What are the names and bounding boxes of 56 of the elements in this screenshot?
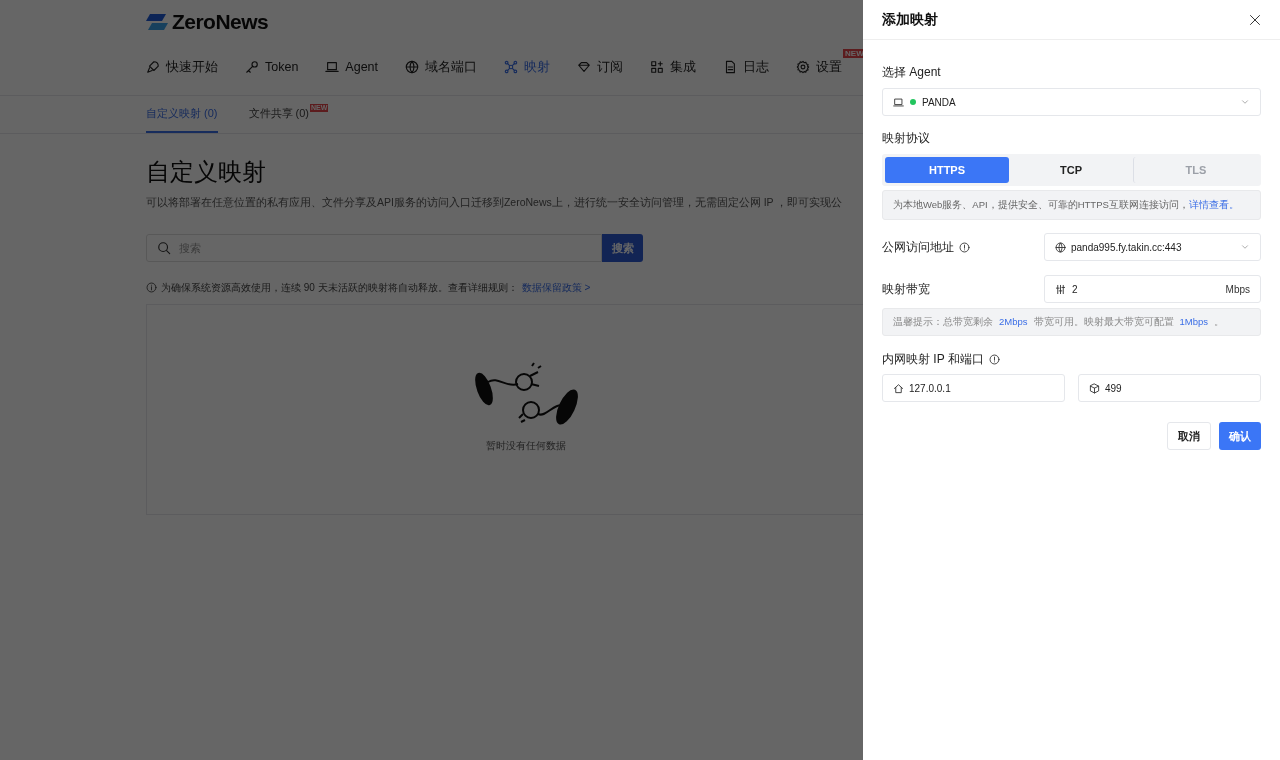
- protocol-tab[interactable]: TCP: [1009, 157, 1133, 183]
- ip-field[interactable]: 127.0.0.1: [882, 374, 1065, 402]
- agent-select[interactable]: PANDA: [882, 88, 1261, 116]
- nav-item[interactable]: 快速开始: [146, 58, 218, 77]
- laptop-icon: [325, 60, 340, 75]
- search-icon: [157, 240, 171, 255]
- field-label: 映射协议: [882, 130, 930, 147]
- bandwidth-tip: 温馨提示：总带宽剩余 2Mbps 带宽可用。映射最大带宽可配置 1Mbps 。: [882, 308, 1261, 336]
- protocol-hint: 为本地Web服务、API，提供安全、可靠的HTTPS互联网连接访问，详情查看。: [882, 190, 1261, 220]
- info-icon: [959, 241, 970, 253]
- sliders-icon: [1055, 283, 1066, 295]
- nav-item[interactable]: 域名端口: [405, 58, 478, 77]
- address-select[interactable]: panda995.fy.takin.cc:443: [1044, 233, 1261, 261]
- nav-item[interactable]: 设置: [796, 58, 843, 77]
- network-icon: [504, 60, 519, 75]
- cancel-button[interactable]: 取消: [1167, 422, 1211, 450]
- laptop-icon: [893, 96, 904, 108]
- home-icon: [893, 382, 904, 394]
- info-icon: [988, 353, 1000, 365]
- gear-icon: [796, 60, 811, 75]
- nav-item[interactable]: 订阅: [577, 58, 624, 77]
- subtab[interactable]: 自定义映射 (0): [146, 96, 218, 133]
- logo-text: ZeroNews: [172, 9, 269, 36]
- apps-icon: [650, 60, 665, 75]
- field-label: 选择 Agent: [882, 64, 941, 81]
- nav-item[interactable]: Agent: [325, 58, 379, 77]
- diamond-icon: [577, 60, 592, 75]
- info-icon: [146, 281, 157, 293]
- globe-icon: [405, 60, 420, 75]
- notice-text: 为确保系统资源高效使用，连续 90 天未活跃的映射将自动释放。查看详细规则：: [161, 280, 518, 295]
- logo-icon: [146, 13, 168, 31]
- field-label: 映射带宽: [882, 281, 930, 298]
- close-icon: [1249, 13, 1261, 26]
- field-label: 公网访问地址: [882, 239, 954, 256]
- port-field[interactable]: 499: [1078, 374, 1261, 402]
- nav-item[interactable]: 日志: [723, 58, 770, 77]
- cube-icon: [1089, 382, 1100, 394]
- field-label: 内网映射 IP 和端口: [882, 351, 984, 368]
- nav-item[interactable]: 集成: [650, 58, 697, 77]
- nav-item[interactable]: 映射: [504, 58, 551, 77]
- search-button[interactable]: 搜索: [602, 233, 643, 262]
- confirm-button[interactable]: 确认: [1219, 422, 1261, 450]
- globe-icon: [1055, 241, 1066, 253]
- chevron-down-icon: [1240, 97, 1250, 107]
- document-icon: [723, 60, 738, 75]
- policy-link[interactable]: 数据保留政策 >: [521, 279, 591, 295]
- close-button[interactable]: [1249, 13, 1261, 26]
- details-link[interactable]: 详情查看。: [1188, 197, 1239, 213]
- protocol-tab[interactable]: HTTPS: [885, 157, 1009, 183]
- subtab[interactable]: 文件共享 (0): [248, 96, 309, 133]
- nav-item[interactable]: Token: [245, 58, 299, 77]
- chevron-down-icon: [1240, 242, 1250, 252]
- bandwidth-field[interactable]: 2 Mbps: [1044, 275, 1261, 303]
- key-icon: [245, 60, 259, 75]
- page-title: 自定义映射: [146, 157, 266, 187]
- drawer-title: 添加映射: [882, 10, 938, 29]
